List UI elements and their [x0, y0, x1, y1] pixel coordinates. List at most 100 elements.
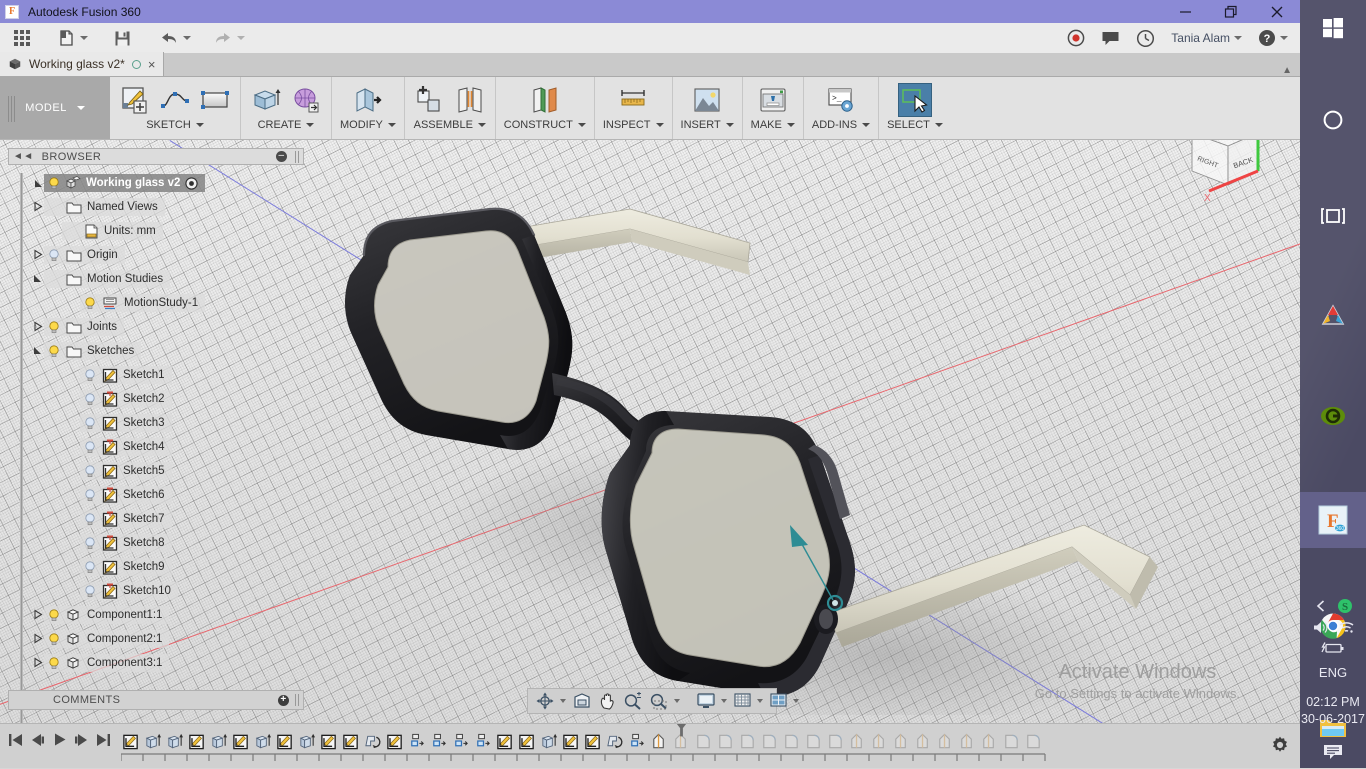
timeline-playhead[interactable]	[675, 724, 688, 737]
expand-arrow-icon[interactable]	[32, 273, 44, 285]
look-at-button[interactable]	[570, 690, 594, 712]
lightbulb-icon[interactable]	[83, 464, 97, 478]
lightbulb-icon[interactable]	[83, 416, 97, 430]
comments-resize-grip[interactable]	[295, 694, 299, 706]
browser-item-sketch10[interactable]: Sketch10	[8, 579, 304, 603]
browser-item-units-mm[interactable]: Units: mm	[8, 219, 304, 243]
cortana-button[interactable]	[1300, 92, 1366, 148]
timeline-feature[interactable]	[825, 730, 845, 752]
grammarly-app-button[interactable]	[1300, 388, 1366, 444]
lightbulb-icon[interactable]	[47, 344, 61, 358]
volume-tray-icon[interactable]	[1312, 620, 1329, 635]
browser-item-sketch2[interactable]: Sketch2	[8, 387, 304, 411]
3d-print-icon[interactable]	[756, 83, 790, 117]
skype-tray-icon[interactable]: S	[1337, 598, 1353, 614]
activate-component-icon[interactable]	[185, 177, 198, 190]
browser-item-sketch4[interactable]: Sketch4	[8, 435, 304, 459]
action-center-button[interactable]	[1300, 742, 1366, 762]
user-account-button[interactable]: Tania Alam	[1171, 31, 1242, 45]
timeline-feature[interactable]	[495, 730, 515, 752]
timeline-feature[interactable]	[517, 730, 537, 752]
browser-item-component1-1[interactable]: Component1:1	[8, 603, 304, 627]
browser-root-node[interactable]: Working glass v2	[8, 171, 304, 195]
timeline-feature[interactable]	[891, 730, 911, 752]
browser-item-sketch3[interactable]: Sketch3	[8, 411, 304, 435]
minimize-button[interactable]	[1162, 0, 1208, 23]
recent-history-button[interactable]	[1136, 29, 1155, 48]
timeline-feature[interactable]	[407, 730, 427, 752]
timeline-feature[interactable]	[363, 730, 383, 752]
browser-item-sketch6[interactable]: Sketch6	[8, 483, 304, 507]
timeline-feature[interactable]	[737, 730, 757, 752]
close-button[interactable]	[1254, 0, 1300, 23]
workspace-switcher-button[interactable]: MODEL	[0, 77, 110, 139]
play-button[interactable]	[52, 732, 67, 747]
browser-item-joints[interactable]: Joints	[8, 315, 304, 339]
timeline-feature[interactable]	[935, 730, 955, 752]
browser-item-motionstudy-1[interactable]: MotionStudy-1	[8, 291, 304, 315]
lightbulb-icon[interactable]	[47, 176, 61, 190]
file-menu-button[interactable]	[52, 23, 94, 53]
expand-arrow-icon[interactable]	[32, 633, 44, 645]
browser-scroll-track[interactable]	[20, 173, 23, 763]
help-button[interactable]: ?	[1258, 29, 1288, 47]
orbit-button[interactable]	[533, 690, 568, 712]
browser-item-sketch7[interactable]: Sketch7	[8, 507, 304, 531]
jump-to-end-button[interactable]	[96, 733, 111, 747]
network-tray-icon[interactable]	[1338, 620, 1355, 635]
close-tab-icon[interactable]: ×	[148, 58, 156, 71]
expand-arrow-icon[interactable]	[32, 345, 44, 357]
battery-tray-icon[interactable]	[1321, 641, 1345, 655]
expand-arrow-slot[interactable]	[32, 249, 44, 261]
lightbulb-icon[interactable]	[83, 296, 97, 310]
expand-arrow-icon[interactable]	[32, 249, 44, 261]
zoom-button[interactable]	[621, 690, 645, 712]
fit-button[interactable]	[647, 690, 682, 712]
start-button[interactable]	[1300, 0, 1366, 56]
fusion360-app-button[interactable]: F 360	[1300, 492, 1366, 548]
timeline-feature[interactable]	[1023, 730, 1043, 752]
step-forward-button[interactable]	[74, 733, 89, 747]
lightbulb-icon[interactable]	[83, 584, 97, 598]
create-sketch-icon[interactable]	[118, 83, 152, 117]
add-comment-icon[interactable]: +	[278, 695, 289, 706]
timeline-settings-button[interactable]	[1270, 735, 1290, 755]
comments-panel[interactable]: COMMENTS +	[8, 690, 304, 710]
comments-button[interactable]	[1101, 30, 1120, 47]
ribbon-group-label[interactable]: MODIFY	[340, 119, 396, 131]
browser-item-named-views[interactable]: Named Views	[8, 195, 304, 219]
timeline-feature[interactable]	[627, 730, 647, 752]
spline-icon[interactable]	[158, 83, 192, 117]
task-view-button[interactable]	[1300, 188, 1366, 244]
timeline-feature[interactable]	[561, 730, 581, 752]
browser-item-sketch9[interactable]: Sketch9	[8, 555, 304, 579]
timeline-feature[interactable]	[693, 730, 713, 752]
lightbulb-icon[interactable]	[47, 320, 61, 334]
timeline-feature[interactable]	[979, 730, 999, 752]
document-tab[interactable]: Working glass v2* ×	[0, 52, 164, 76]
timeline-feature[interactable]	[715, 730, 735, 752]
autodesk-app-button[interactable]	[1300, 288, 1366, 344]
timeline-feature[interactable]	[759, 730, 779, 752]
timeline-feature[interactable]	[583, 730, 603, 752]
timeline-feature[interactable]	[165, 730, 185, 752]
browser-item-origin[interactable]: Origin	[8, 243, 304, 267]
measure-icon[interactable]	[616, 83, 650, 117]
lightbulb-icon[interactable]	[83, 368, 97, 382]
lightbulb-icon[interactable]	[47, 608, 61, 622]
ribbon-group-label[interactable]: MAKE	[751, 119, 795, 131]
expand-arrow-icon[interactable]	[32, 609, 44, 621]
timeline-feature[interactable]	[847, 730, 867, 752]
expand-arrow-slot[interactable]	[32, 345, 44, 357]
expand-arrow-icon[interactable]	[32, 321, 44, 333]
expand-arrow-slot[interactable]	[32, 657, 44, 669]
browser-item-sketch1[interactable]: Sketch1	[8, 363, 304, 387]
timeline-feature[interactable]	[781, 730, 801, 752]
joint-icon[interactable]	[453, 83, 487, 117]
expand-arrow-slot[interactable]	[32, 321, 44, 333]
select-tool-icon[interactable]	[898, 83, 932, 117]
lightbulb-icon[interactable]	[47, 656, 61, 670]
display-settings-button[interactable]	[694, 690, 729, 712]
lightbulb-icon[interactable]	[47, 248, 61, 262]
tabbar-collapse-icon[interactable]: ▲	[1282, 65, 1300, 76]
